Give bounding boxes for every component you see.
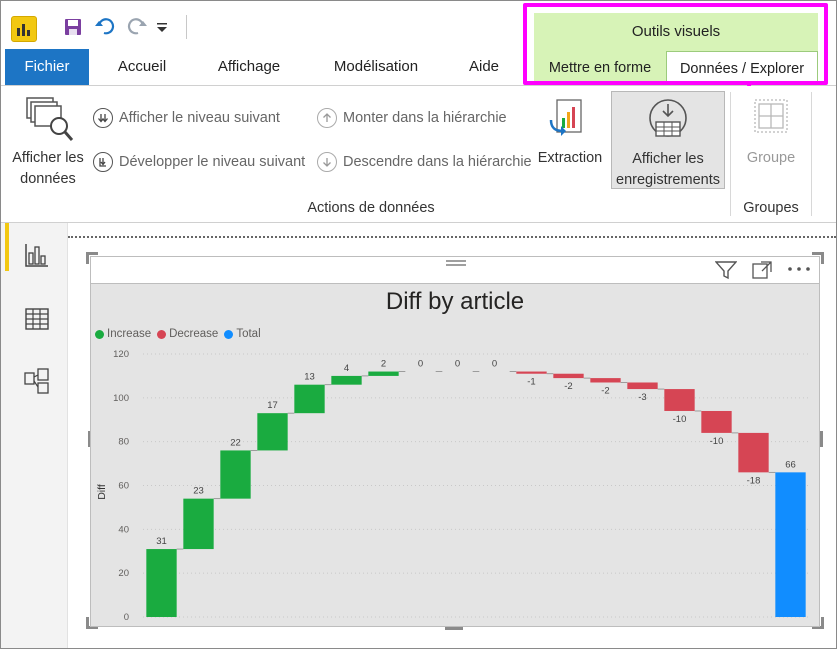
waterfall-bar [220,450,251,499]
waterfall-bar [331,375,362,385]
data-label: -18 [747,475,761,486]
data-label: 13 [304,372,315,383]
tab-file[interactable]: Fichier [5,49,89,85]
tab-modeling[interactable]: Modélisation [319,49,433,85]
expand-next-level-button[interactable]: Développer le niveau suivant [93,152,305,172]
model-view-icon[interactable] [23,367,51,395]
data-label: 2 [381,359,386,370]
data-label: 4 [344,363,349,374]
resize-handle[interactable] [86,252,89,264]
waterfall-bar [664,389,695,411]
drill-down-label: Descendre dans la hiérarchie [343,154,532,170]
drill-down-button[interactable]: Descendre dans la hiérarchie [317,152,532,172]
waterfall-bar [590,378,621,383]
extraction-label: Extraction [537,150,603,166]
show-data-label-1: Afficher les [12,150,84,166]
show-records-button[interactable]: Afficher les enregistrements [611,91,725,189]
waterfall-bar [627,382,658,390]
tab-home[interactable]: Accueil [101,49,183,85]
waterfall-bar [701,410,732,433]
data-label: 0 [455,359,460,370]
y-tick-label: 40 [118,524,129,535]
report-view-icon[interactable] [23,241,51,269]
expand-down-icon [93,152,113,172]
group-label-data-actions: Actions de données [307,200,435,216]
data-label: 17 [267,400,278,411]
report-canvas: Diff by article Increase Decrease Total … [68,223,836,648]
highlight-box [523,3,828,85]
left-nav [1,223,68,648]
data-label: -1 [527,377,535,388]
y-tick-label: 100 [113,393,129,404]
ribbon-group-separator-2 [811,92,812,216]
y-tick-label: 20 [118,568,129,579]
power-bi-logo-icon [11,16,37,42]
y-tick-label: 80 [118,437,129,448]
app-window: Fichier Accueil Affichage Modélisation A… [0,0,837,649]
show-data-icon [26,97,74,141]
arrow-down-icon [317,152,337,172]
tab-help[interactable]: Aide [453,49,515,85]
data-label: 0 [418,359,423,370]
resize-handle[interactable] [86,617,89,629]
double-arrow-down-icon [93,108,113,128]
waterfall-bar [516,371,547,374]
page-boundary [68,236,836,238]
undo-icon[interactable] [93,15,117,39]
data-label: -3 [638,392,646,403]
show-next-level-button[interactable]: Afficher le niveau suivant [93,108,280,128]
show-data-label-2: données [20,171,76,187]
ribbon-group-separator [730,92,731,216]
resize-handle[interactable] [820,431,823,447]
data-label: -2 [601,385,609,396]
customize-qat-icon[interactable] [153,15,171,39]
expand-next-level-label: Développer le niveau suivant [119,154,306,170]
waterfall-bar [553,373,584,379]
drillthrough-icon [549,99,582,136]
data-label: -10 [710,436,724,447]
resize-handle[interactable] [821,252,824,264]
total-bar [775,472,806,617]
y-tick-label: 0 [124,612,129,623]
waterfall-bar [294,384,325,414]
waterfall-chart: 020406080100120Diff31232217134 2 0 0 0-1 -2 -2… [96,349,809,623]
data-label: -10 [673,414,687,425]
tab-view[interactable]: Affichage [203,49,295,85]
waterfall-visual[interactable]: Diff by article Increase Decrease Total … [90,256,820,627]
waterfall-bar [368,371,399,376]
data-view-icon[interactable] [23,305,51,333]
waterfall-bar [146,549,177,617]
y-tick-label: 120 [113,349,129,360]
group-label-groups: Groupes [743,200,799,216]
show-records-icon [649,99,687,137]
data-label-total: 66 [785,459,796,470]
waterfall-bar [183,498,214,550]
show-records-label-2: enregistrements [616,172,720,188]
drill-up-button[interactable]: Monter dans la hiérarchie [317,108,507,128]
active-view-indicator [5,223,9,271]
arrow-up-icon [317,108,337,128]
group-button[interactable]: Groupe [739,86,803,186]
ribbon-panel: Afficher les données Afficher le niveau … [1,86,836,223]
waterfall-bar [738,432,769,473]
waterfall-bar [257,413,288,451]
show-records-label-1: Afficher les [632,151,704,167]
group-icon [754,99,788,133]
data-label: 0 [492,359,497,370]
data-label: -2 [564,381,572,392]
drill-up-label: Monter dans la hiérarchie [343,110,507,126]
save-icon[interactable] [61,15,85,39]
extraction-button[interactable]: Extraction [537,86,603,186]
data-label: 22 [230,437,241,448]
show-data-button[interactable]: Afficher les données [5,86,91,194]
data-label: 31 [156,536,167,547]
group-label: Groupe [746,150,796,166]
toolbar-separator [186,15,187,39]
y-axis-label: Diff [96,484,108,500]
resize-handle[interactable] [821,617,824,629]
data-label: 23 [193,486,204,497]
show-next-level-label: Afficher le niveau suivant [119,110,280,126]
y-tick-label: 60 [118,481,129,492]
redo-icon[interactable] [125,15,149,39]
